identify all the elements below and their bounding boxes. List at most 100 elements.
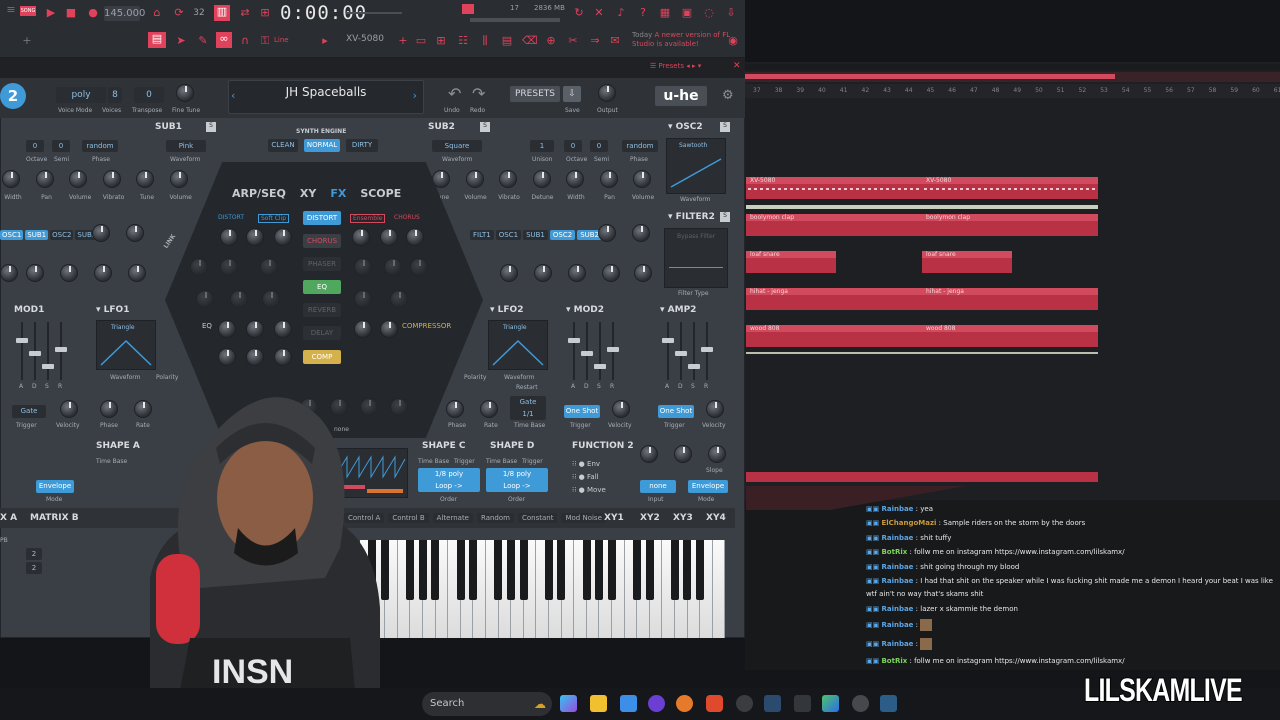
clip-snare-2[interactable]: loaf snare: [922, 251, 1012, 273]
fx-chorus-rate-knob[interactable]: [352, 228, 370, 246]
filter2-mod-env-knob[interactable]: [534, 264, 552, 282]
function2-d-knob[interactable]: [674, 445, 692, 463]
clip-snare-1[interactable]: loaf snare: [746, 251, 836, 273]
lfo2-display[interactable]: Triangle: [488, 320, 548, 370]
tools-icon[interactable]: ✂: [566, 34, 580, 48]
fx-eq-gain-bass-knob[interactable]: [218, 348, 236, 366]
app-icon[interactable]: [794, 695, 811, 712]
pitch-bend-up[interactable]: 2: [26, 548, 42, 560]
fx-eq-mid2-knob[interactable]: [246, 348, 264, 366]
arp-seq-tab[interactable]: ARP/SEQ: [232, 187, 286, 200]
transpose-select[interactable]: 0: [134, 87, 164, 103]
fx-comp-out-knob[interactable]: [380, 320, 398, 338]
softclip-select[interactable]: Soft Clip: [258, 214, 290, 223]
sub1-semi[interactable]: 0: [52, 140, 70, 152]
song-mode-icon[interactable]: SONG: [20, 6, 36, 16]
mail-icon[interactable]: ✉: [608, 34, 622, 48]
sub2-detune-knob[interactable]: [532, 170, 551, 188]
xy3-tab[interactable]: XY3: [673, 513, 693, 523]
taskbar-search[interactable]: Search ☁: [422, 692, 552, 716]
sub1-width-knob[interactable]: [2, 170, 20, 188]
discord-icon[interactable]: [648, 695, 665, 712]
add-pattern-icon[interactable]: +: [396, 34, 410, 48]
sub2-vibrato-knob[interactable]: [499, 170, 517, 188]
output-knob[interactable]: [598, 84, 616, 102]
function2-env[interactable]: ⁝⁝ ● Env: [572, 458, 606, 471]
distort-button[interactable]: DISTORT: [303, 211, 341, 225]
phaser-button[interactable]: PHASER: [303, 257, 341, 271]
countdown-icon[interactable]: ⊞: [258, 6, 272, 20]
black-key[interactable]: [494, 540, 503, 600]
playlist-overview[interactable]: [745, 72, 1280, 82]
fx-eq-high-knob[interactable]: [274, 320, 292, 338]
fx-distort-tone-knob[interactable]: [246, 228, 264, 246]
filter2-src-sub1[interactable]: SUB1: [523, 230, 548, 240]
clip-xv5080-1[interactable]: XV-5080: [746, 177, 922, 199]
fx-chorus-wet-knob[interactable]: [406, 228, 424, 246]
function2-move[interactable]: ⁝⁝ ● Move: [572, 484, 606, 497]
xy2-tab[interactable]: XY2: [640, 513, 660, 523]
fx-eq-mid-knob[interactable]: [246, 320, 264, 338]
control-b-button[interactable]: Control B: [388, 513, 429, 523]
black-key[interactable]: [380, 540, 389, 600]
sub1-volume-knob[interactable]: [169, 170, 188, 188]
preset-next-icon[interactable]: ›: [413, 89, 417, 102]
sub1-vibrato-knob[interactable]: [102, 170, 121, 188]
pattern-mode-icon[interactable]: ▥: [214, 5, 230, 21]
settings-gear-icon[interactable]: ⚙: [722, 88, 734, 103]
alternate-button[interactable]: Alternate: [432, 513, 473, 523]
filter1-resonance-knob[interactable]: [126, 224, 144, 242]
black-key[interactable]: [418, 540, 427, 600]
black-key[interactable]: [695, 540, 704, 600]
black-key[interactable]: [469, 540, 478, 600]
mixer2-icon[interactable]: ⫼: [478, 34, 492, 48]
matrix-a-tab[interactable]: X A: [0, 513, 17, 523]
fl-logo-icon[interactable]: ≡: [4, 3, 18, 17]
redo-icon[interactable]: ↷: [472, 84, 485, 103]
sub1-phase[interactable]: random: [82, 140, 118, 152]
sub2-waveform[interactable]: Square: [432, 140, 482, 152]
store-icon[interactable]: [620, 695, 637, 712]
lfo2-rate-knob[interactable]: [480, 400, 498, 418]
engine-clean-button[interactable]: CLEAN: [268, 139, 298, 152]
black-key[interactable]: [519, 540, 528, 600]
download-icon[interactable]: ⇩: [724, 6, 738, 20]
black-key[interactable]: [632, 540, 641, 600]
voice-mode-select[interactable]: poly: [56, 87, 106, 103]
fx-tab[interactable]: FX: [330, 187, 346, 200]
sub2-width-knob[interactable]: [566, 170, 584, 188]
steam2-icon[interactable]: [880, 695, 897, 712]
trash-icon[interactable]: ⌫: [522, 34, 538, 48]
filter2-resonance-knob[interactable]: [632, 224, 650, 242]
function2-a-knob[interactable]: [640, 445, 658, 463]
arrow-icon[interactable]: ⇒: [588, 34, 602, 48]
chat-username[interactable]: BotRix: [881, 548, 907, 556]
game-icon[interactable]: [822, 695, 839, 712]
channel-rack-icon[interactable]: ⊞: [434, 34, 448, 48]
matrix-b-tab[interactable]: MATRIX B: [30, 513, 79, 523]
xy-tab[interactable]: XY: [300, 187, 316, 200]
filter1-src-sub1[interactable]: SUB1: [25, 230, 49, 240]
lfo1-phase-knob[interactable]: [100, 400, 118, 418]
fl-studio-icon[interactable]: [676, 695, 693, 712]
sub2-semi[interactable]: 0: [590, 140, 608, 152]
clip-clap-2[interactable]: boolymon clap: [922, 214, 1098, 236]
presets-link[interactable]: ☰ Presets ◂ ▸ ▾: [650, 62, 701, 70]
presets-button[interactable]: PRESETS: [510, 86, 560, 102]
explorer-icon[interactable]: [590, 695, 607, 712]
clip-808-1[interactable]: wood 808: [746, 325, 922, 347]
filter1-volume-knob[interactable]: [128, 264, 146, 282]
filter2-key-follow-knob[interactable]: [602, 264, 620, 282]
sub1-pan-knob[interactable]: [35, 170, 54, 188]
tempo-display[interactable]: 145.000: [104, 6, 145, 21]
save-icon[interactable]: ▣: [680, 6, 694, 20]
black-key[interactable]: [645, 540, 654, 600]
sub2-unison[interactable]: 1: [530, 140, 554, 152]
lock-icon[interactable]: ⚿: [258, 34, 272, 48]
metronome-icon[interactable]: ⌂: [150, 6, 164, 20]
preset-prev-icon[interactable]: ‹: [231, 89, 235, 102]
filter1-input-knob[interactable]: [0, 264, 18, 282]
timeline-ruler[interactable]: 37 38 39 40 41 42 43 44 45 46 47 48 49 50 51 52 53 54 55 56…: [745, 84, 1280, 98]
shape-c-settings[interactable]: 1/8 poly Loop ->: [418, 468, 480, 492]
filter2-display[interactable]: Bypass Filter: [664, 228, 728, 288]
